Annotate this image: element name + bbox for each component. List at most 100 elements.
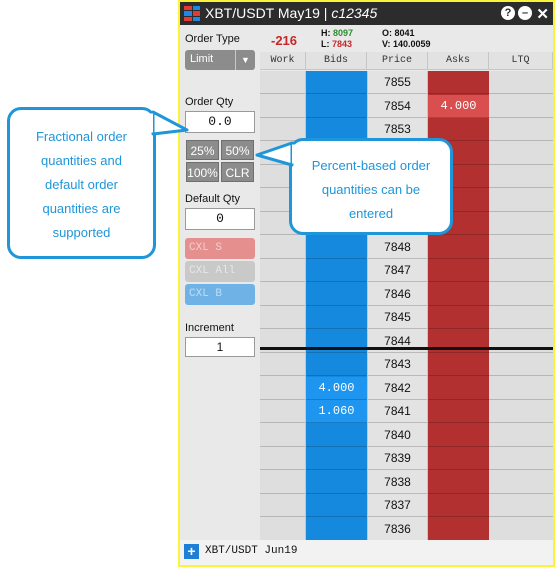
work-cell[interactable] [260,494,305,517]
ask-cell[interactable] [428,283,489,306]
ltq-cell[interactable] [489,212,553,235]
order-qty-input[interactable]: 0.0 [185,111,255,133]
default-qty-label: Default Qty [185,193,241,205]
window-titlebar[interactable]: XBT/USDT May19 | c12345 ? – ✕ [180,2,553,25]
cancel-sells-button[interactable]: CXL S [185,238,255,259]
bid-cell[interactable] [306,95,367,118]
ltq-cell[interactable] [489,165,553,188]
work-cell[interactable] [260,400,305,423]
order-type-select[interactable]: Limit ▼ [185,50,255,70]
ask-cell[interactable] [428,377,489,400]
ask-cell[interactable] [428,447,489,470]
bid-cell[interactable] [306,471,367,494]
bid-cell[interactable] [306,494,367,517]
ltq-cell[interactable] [489,447,553,470]
callout-pointer-right [255,141,296,167]
ltq-cell[interactable] [489,189,553,212]
price-cell: 7837 [368,494,427,517]
question-circle-icon[interactable]: ? [501,6,515,20]
ask-cell[interactable] [428,236,489,259]
bid-cell[interactable] [306,447,367,470]
default-qty-input[interactable]: 0 [185,208,255,230]
price-cell: 7855 [368,71,427,94]
bid-cell[interactable] [306,353,367,376]
trader-panel: Order Type Limit ▼ -216 H: 8097 L: 7843 … [180,25,553,565]
work-cell[interactable] [260,71,305,94]
ask-cell[interactable] [428,353,489,376]
header-price: Price [367,52,428,70]
last-trade-line [260,347,553,350]
ask-cell[interactable] [428,71,489,94]
bid-cell[interactable] [306,283,367,306]
bid-cell[interactable]: 1.060 [306,400,367,423]
ltq-cell[interactable] [489,71,553,94]
ask-cell[interactable] [428,400,489,423]
add-tab-button[interactable]: + [184,544,199,559]
volume-stat: V: 140.0059 [382,39,431,49]
cancel-all-button[interactable]: CXL All [185,261,255,282]
work-cell[interactable] [260,236,305,259]
work-cell[interactable] [260,518,305,541]
cancel-buys-button[interactable]: CXL B [185,284,255,305]
ask-cell[interactable]: 4.000 [428,94,489,118]
ltq-cell[interactable] [489,377,553,400]
close-icon[interactable]: ✕ [536,5,549,23]
work-cell[interactable] [260,447,305,470]
header-asks: Asks [428,52,489,70]
work-cell[interactable] [260,95,305,118]
open-stat: O: 8041 [382,28,415,38]
instrument-tab-bar: + XBT/USDT Jun19 [180,540,553,565]
work-cell[interactable] [260,306,305,329]
ask-cell[interactable] [428,259,489,282]
ask-cell[interactable] [428,494,489,517]
low-stat: L: 7843 [321,39,352,49]
ltq-cell[interactable] [489,400,553,423]
pnl-value: -216 [271,33,298,48]
ltq-cell[interactable] [489,306,553,329]
ask-cell[interactable] [428,424,489,447]
bid-cell[interactable] [306,71,367,94]
bid-cell[interactable] [306,518,367,541]
ltq-cell[interactable] [489,118,553,141]
ltq-cell[interactable] [489,283,553,306]
ltq-cell[interactable] [489,259,553,282]
work-cell[interactable] [260,259,305,282]
chevron-down-icon: ▼ [235,50,255,70]
minus-circle-icon[interactable]: – [518,6,532,20]
callout-fractional-qty: Fractional order quantities and default … [7,107,189,259]
qty-100-percent-button[interactable]: 100% [186,162,219,182]
price-cell: 7845 [368,306,427,329]
ltq-cell[interactable] [489,95,553,118]
ltq-cell[interactable] [489,142,553,165]
bid-cell[interactable] [306,259,367,282]
ltq-cell[interactable] [489,353,553,376]
price-cell: 7840 [368,424,427,447]
work-cell[interactable] [260,471,305,494]
work-cell[interactable] [260,424,305,447]
order-type-label: Order Type [185,33,240,45]
app-logo-icon [184,6,200,21]
ask-cell[interactable] [428,306,489,329]
ltq-cell[interactable] [489,494,553,517]
work-cell[interactable] [260,283,305,306]
ltq-cell[interactable] [489,236,553,259]
bid-cell[interactable] [306,306,367,329]
qty-clear-button[interactable]: CLR [221,162,254,182]
ltq-cell[interactable] [489,518,553,541]
high-label: H: [321,28,331,38]
work-cell[interactable] [260,353,305,376]
qty-50-percent-button[interactable]: 50% [221,140,254,160]
bid-cell[interactable] [306,424,367,447]
ask-cell[interactable] [428,518,489,541]
work-cell[interactable] [260,377,305,400]
tab-xbt-usdt-jun19[interactable]: XBT/USDT Jun19 [205,545,297,557]
ltq-cell[interactable] [489,471,553,494]
increment-input[interactable]: 1 [185,337,255,357]
bid-cell[interactable]: 4.000 [306,376,367,400]
price-cell: 7843 [368,353,427,376]
ask-cell[interactable] [428,471,489,494]
ltq-cell[interactable] [489,424,553,447]
bid-cell[interactable] [306,236,367,259]
price-cell: 7847 [368,259,427,282]
qty-25-percent-button[interactable]: 25% [186,140,219,160]
